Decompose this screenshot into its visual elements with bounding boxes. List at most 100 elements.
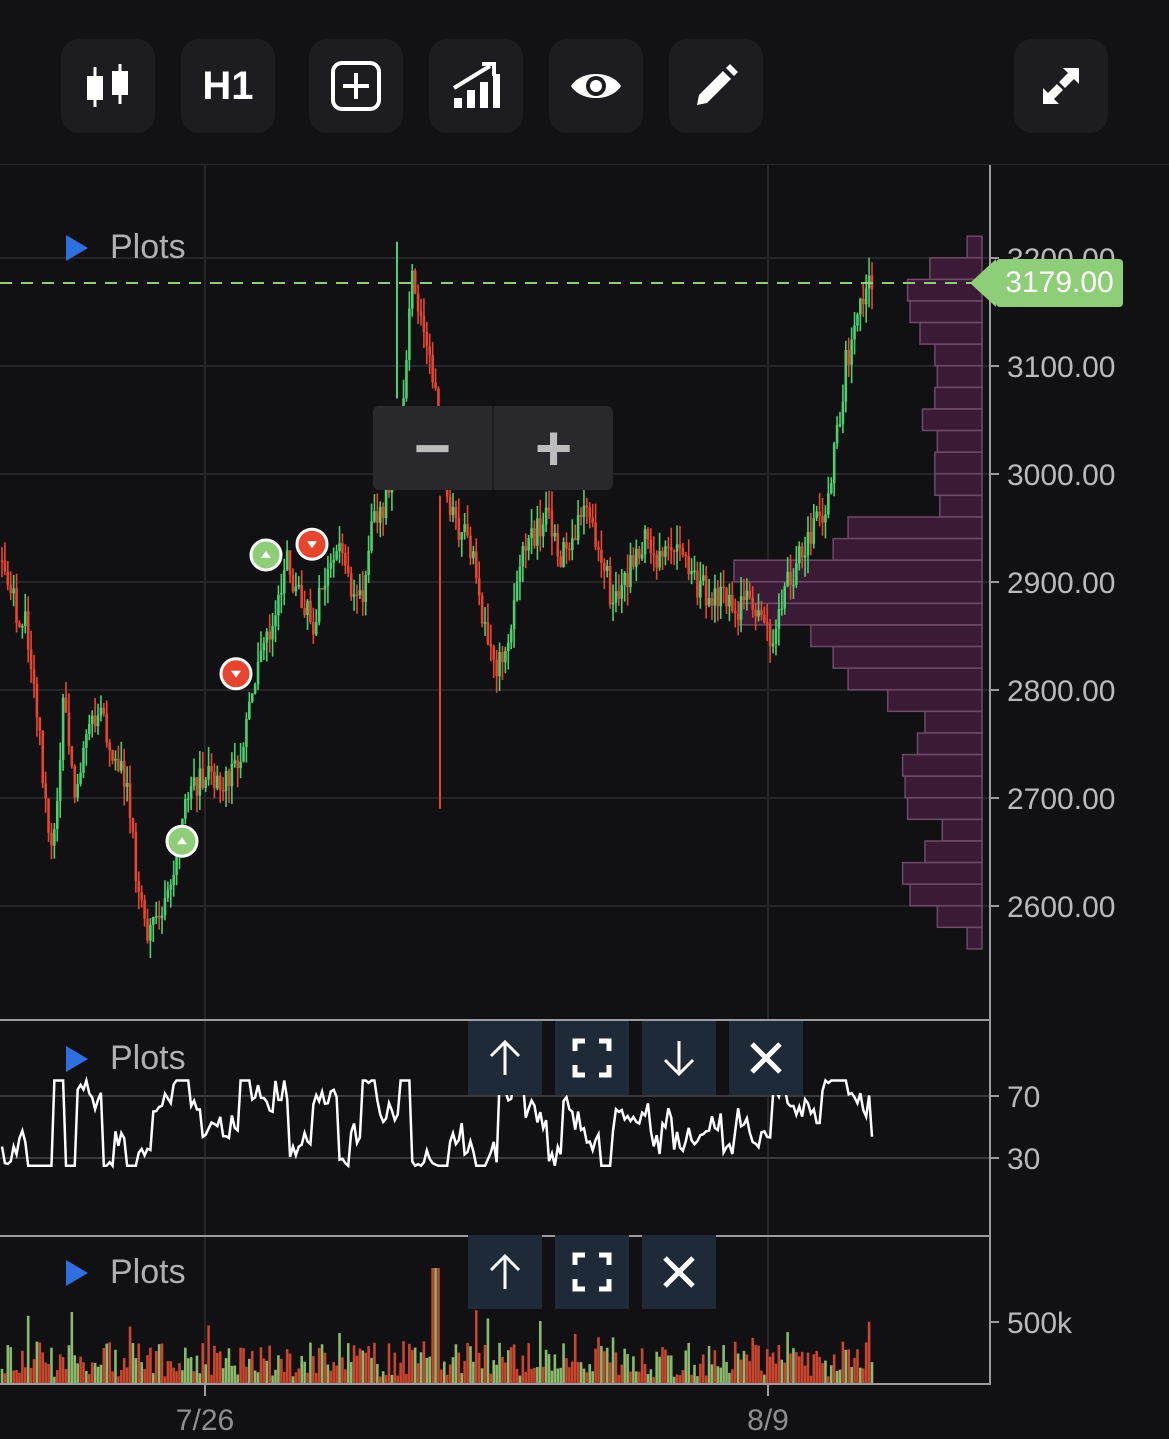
candle-body bbox=[381, 506, 385, 519]
volume-bar bbox=[506, 1350, 510, 1383]
volume-bar bbox=[262, 1358, 266, 1383]
volume-bar bbox=[518, 1375, 522, 1383]
candle-body bbox=[303, 607, 306, 616]
volume-tick-label: 500k bbox=[1007, 1307, 1073, 1340]
volume-bar bbox=[64, 1369, 68, 1383]
volume-bar bbox=[474, 1310, 478, 1383]
volume-bar bbox=[763, 1374, 766, 1383]
volume-bar bbox=[591, 1371, 594, 1383]
candle-body bbox=[536, 518, 539, 546]
volume-bar bbox=[795, 1352, 798, 1383]
volume-bar bbox=[47, 1364, 50, 1383]
candle-body bbox=[731, 594, 734, 611]
volume-bar bbox=[149, 1347, 152, 1383]
candle-body bbox=[506, 642, 510, 651]
candle-body bbox=[410, 270, 414, 309]
candle-body bbox=[512, 600, 516, 630]
candle-body bbox=[474, 551, 478, 579]
oscillator-close-button[interactable] bbox=[729, 1021, 803, 1095]
candle-body bbox=[620, 584, 624, 599]
candle-body bbox=[157, 916, 161, 919]
candle-body bbox=[699, 580, 702, 598]
candle-body bbox=[556, 532, 560, 557]
arrow-up-icon bbox=[489, 1039, 521, 1075]
oscillator-maximize-button[interactable] bbox=[555, 1021, 629, 1095]
volume-bar bbox=[6, 1345, 10, 1383]
candle-body bbox=[457, 517, 461, 540]
profile-bar bbox=[909, 883, 983, 907]
price-tick-label: 2600.00 bbox=[1007, 891, 1115, 924]
main-plots-label[interactable]: Plots bbox=[66, 228, 186, 267]
volume-bar bbox=[707, 1345, 711, 1383]
profile-bar bbox=[934, 473, 983, 497]
volume-bar bbox=[681, 1370, 685, 1383]
volume-bar bbox=[861, 1368, 865, 1383]
volume-bar bbox=[376, 1364, 379, 1383]
volume-bar bbox=[358, 1348, 362, 1383]
candle-body bbox=[835, 424, 839, 444]
volume-bar bbox=[58, 1354, 62, 1383]
volume-bar bbox=[291, 1376, 295, 1383]
volume-bar bbox=[483, 1344, 487, 1383]
oscillator-move-up-button[interactable] bbox=[468, 1021, 542, 1095]
oscillator-move-down-button[interactable] bbox=[642, 1021, 716, 1095]
profile-bar bbox=[916, 732, 983, 756]
volume-bar bbox=[565, 1358, 568, 1383]
volume-bar bbox=[687, 1343, 690, 1383]
candle-body bbox=[492, 646, 496, 660]
volume-bar bbox=[440, 1369, 443, 1383]
candle-body bbox=[53, 828, 56, 846]
chart-canvas[interactable]: 3200.003100.003000.002900.002800.002700.… bbox=[0, 0, 1169, 1439]
volume-bar bbox=[728, 1372, 731, 1383]
volume-bar bbox=[169, 1361, 173, 1383]
volume-bar bbox=[498, 1342, 501, 1383]
volume-bar bbox=[378, 1376, 382, 1383]
candle-body bbox=[143, 899, 146, 919]
volume-close-button[interactable] bbox=[642, 1235, 716, 1309]
candle-body bbox=[32, 669, 36, 684]
candle-body bbox=[140, 892, 143, 900]
volume-bar bbox=[192, 1371, 196, 1383]
candle-body bbox=[361, 590, 365, 603]
candle-body bbox=[114, 758, 117, 761]
volume-bar bbox=[803, 1365, 807, 1383]
candle-body bbox=[82, 747, 85, 773]
volume-bar bbox=[294, 1372, 298, 1383]
candle-body bbox=[562, 542, 565, 567]
candle-body bbox=[378, 506, 382, 523]
zoom-out-button[interactable]: − bbox=[373, 406, 492, 490]
oscillator-plots-label[interactable]: Plots bbox=[66, 1039, 186, 1078]
volume-bar bbox=[76, 1363, 79, 1383]
candle-body bbox=[498, 652, 501, 677]
volume-bar bbox=[515, 1368, 519, 1383]
candle-body bbox=[518, 566, 522, 582]
zoom-in-button[interactable]: + bbox=[494, 406, 613, 490]
volume-bar bbox=[669, 1355, 673, 1383]
volume-maximize-button[interactable] bbox=[555, 1235, 629, 1309]
volume-bar bbox=[797, 1356, 801, 1383]
volume-bar bbox=[605, 1347, 609, 1383]
volume-bar bbox=[533, 1367, 536, 1383]
volume-bar bbox=[614, 1352, 618, 1383]
candle-body bbox=[416, 293, 420, 312]
candle-body bbox=[623, 573, 626, 585]
candle-body bbox=[358, 590, 362, 595]
candle-body bbox=[783, 586, 787, 609]
candle-body bbox=[768, 624, 772, 647]
volume-plots-label[interactable]: Plots bbox=[66, 1253, 186, 1292]
candle-body bbox=[821, 515, 824, 523]
candle-body bbox=[760, 610, 763, 615]
candle-body bbox=[346, 565, 350, 574]
volume-bar bbox=[821, 1363, 824, 1383]
candle-body bbox=[451, 506, 455, 516]
volume-bar bbox=[608, 1362, 612, 1383]
volume-bar bbox=[184, 1347, 187, 1383]
candle-body bbox=[643, 529, 647, 555]
volume-move-up-button[interactable] bbox=[468, 1235, 542, 1309]
volume-bar bbox=[437, 1268, 440, 1383]
candle-body bbox=[742, 596, 746, 601]
volume-bar bbox=[678, 1375, 682, 1383]
profile-bar bbox=[934, 451, 983, 475]
volume-bar bbox=[224, 1358, 228, 1383]
volume-bar bbox=[571, 1361, 574, 1383]
